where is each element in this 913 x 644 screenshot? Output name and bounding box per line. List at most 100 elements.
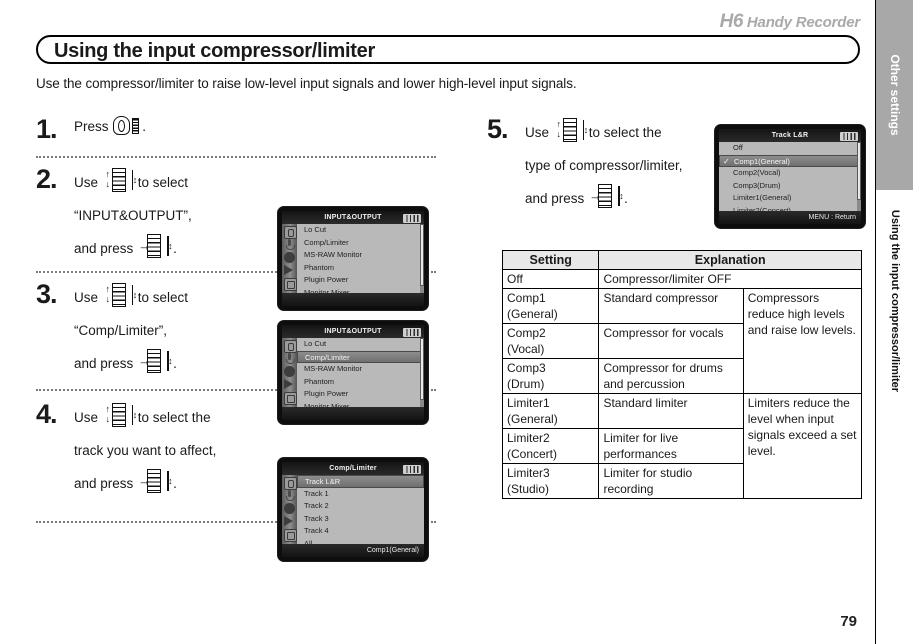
step-2-press-label: and press [74,241,134,256]
lcd-list-item-selected[interactable]: ✓ Comp1(General) [719,154,861,167]
cell-setting: Limiter1 (General) [501,393,600,429]
lcd-list-item[interactable]: MS-RAW Monitor [297,363,424,376]
sidebar-chapter-label: Other settings [888,54,902,136]
step-1: 1. Press . [36,116,436,156]
cell-explanation: Standard limiter [598,393,744,429]
cell-setting: Limiter2 (Concert) [501,428,600,464]
page-title: Using the input compressor/limiter [54,40,375,62]
step-2-line-1: Use ↑ ↓ ↕ to select [74,166,436,199]
cell-explanation: Compressor for drums and percussion [598,358,744,394]
setting-sub: (Concert) [507,447,558,461]
lcd-screen-step-3: INPUT&OUTPUT Lo Cut Comp/Limiter MS-RAW … [277,320,429,425]
mic-icon [284,239,295,250]
sidebar-chapter-tab[interactable]: Other settings [876,0,913,190]
cell-note: Limiters reduce the level when input sig… [742,393,863,499]
record-icon [284,503,295,514]
step-3-press-label: and press [74,356,134,371]
step-3-number: 3. [36,279,58,309]
lcd-list-item[interactable]: Comp/Limiter [297,237,424,250]
lcd-list-item[interactable]: Limiter1(General) [719,192,861,205]
step-5-number: 5. [487,114,509,144]
table-row: Comp1 (General) Standard compressor Compr… [501,288,863,394]
lcd-list-item-label: Comp1(General) [734,156,790,166]
header-brand: H6 Handy Recorder [720,11,861,33]
system-icon [284,392,297,405]
table-row: Limiter1 (General) Standard limiter Limit… [501,393,863,499]
step-5-select-label: to select the [588,125,662,140]
input-icon [284,477,297,490]
step-4-use-label: Use [74,410,99,425]
setting-sub: (General) [507,412,558,426]
setting-sub: (Drum) [507,377,545,391]
cell-explanation: Standard compressor [598,288,744,324]
cell-note: Compressors reduce high levels and raise… [742,288,863,394]
lcd-list-item[interactable]: Lo Cut [297,224,424,237]
input-icon [284,226,297,239]
setting-name: Limiter2 [507,431,550,445]
step-1-line-1: Press . [74,116,436,138]
input-icon [284,340,297,353]
step-5-use-label: Use [525,125,550,140]
lcd-list-item[interactable]: Comp2(Vocal) [719,167,861,180]
mic-icon [284,490,295,501]
sidebar: Other settings Using the input compresso… [875,0,913,644]
step-3-use-label: Use [74,290,99,305]
mic-icon [284,353,295,364]
step-1-number: 1. [36,114,58,144]
record-icon [284,366,295,377]
dial-press-icon: → ↕ [138,468,173,494]
lcd-list-item[interactable]: Off [719,142,861,155]
setting-name: Comp3 [507,361,546,375]
setting-name: Limiter3 [507,466,550,480]
cell-setting: Comp2 (Vocal) [501,323,600,359]
intro-text: Use the compressor/limiter to raise low-… [36,76,577,91]
lcd-list-item[interactable]: Plugin Power [297,388,424,401]
dial-updown-icon: ↑ ↓ ↕ [103,167,137,193]
lcd-screen-step-2: INPUT&OUTPUT Lo Cut Comp/Limiter MS-RAW … [277,206,429,311]
lcd-footer: Comp1(General) [282,544,424,557]
play-icon [284,265,293,275]
step-5-press-label: and press [525,191,585,206]
lcd-list-item[interactable]: Comp3(Drum) [719,180,861,193]
lcd-list-item[interactable]: Track 4 [297,525,424,538]
lcd-list-item-selected[interactable]: Track L&R [297,475,424,488]
lcd-list-item[interactable]: Lo Cut [297,338,424,351]
step-3-select-label: to select [137,290,189,305]
lcd-list-item[interactable]: Track 2 [297,500,424,513]
record-icon [284,252,295,263]
setting-sub: (Studio) [507,482,550,496]
system-icon [284,529,297,542]
page-number: 79 [840,613,857,630]
page-title-bar: Using the input compressor/limiter [36,35,860,64]
step-4-press-label: and press [74,476,134,491]
cell-explanation: Limiter for live performances [598,428,744,464]
step-1-text-post: . [142,119,147,134]
manual-page: H6 Handy Recorder Using the input compre… [0,0,875,644]
cell-explanation: Limiter for studio recording [598,463,744,499]
lcd-list-item[interactable]: Track 1 [297,488,424,501]
step-2-use-label: Use [74,175,99,190]
battery-icon [840,132,858,141]
battery-icon [403,214,421,223]
setting-sub: (Vocal) [507,342,545,356]
cell-explanation: Compressor/limiter OFF [598,269,862,289]
lcd-list-item[interactable]: Track 3 [297,513,424,526]
dial-press-icon: → ↕ [138,348,173,374]
system-icon [284,278,297,291]
lcd-list-item[interactable]: Phantom [297,262,424,275]
sidebar-section-tab[interactable]: Using the input compressor/limiter [876,196,913,406]
step-2-select-label: to select [137,175,189,190]
setting-name: Limiter1 [507,396,550,410]
dial-updown-icon: ↑ ↓ ↕ [103,402,137,428]
step-4-number: 4. [36,399,58,429]
lcd-list-item-selected[interactable]: Comp/Limiter [297,350,424,363]
setting-name: Comp1 [507,291,546,305]
lcd-list-item[interactable]: Plugin Power [297,274,424,287]
lcd-footer [282,293,424,306]
table-header-row: Setting Explanation [501,250,862,270]
step-2-number: 2. [36,164,58,194]
lcd-list-item[interactable]: Phantom [297,376,424,389]
lcd-list-item[interactable]: MS-RAW Monitor [297,249,424,262]
column-header-explanation: Explanation [598,250,862,270]
setting-name: Comp2 [507,326,546,340]
